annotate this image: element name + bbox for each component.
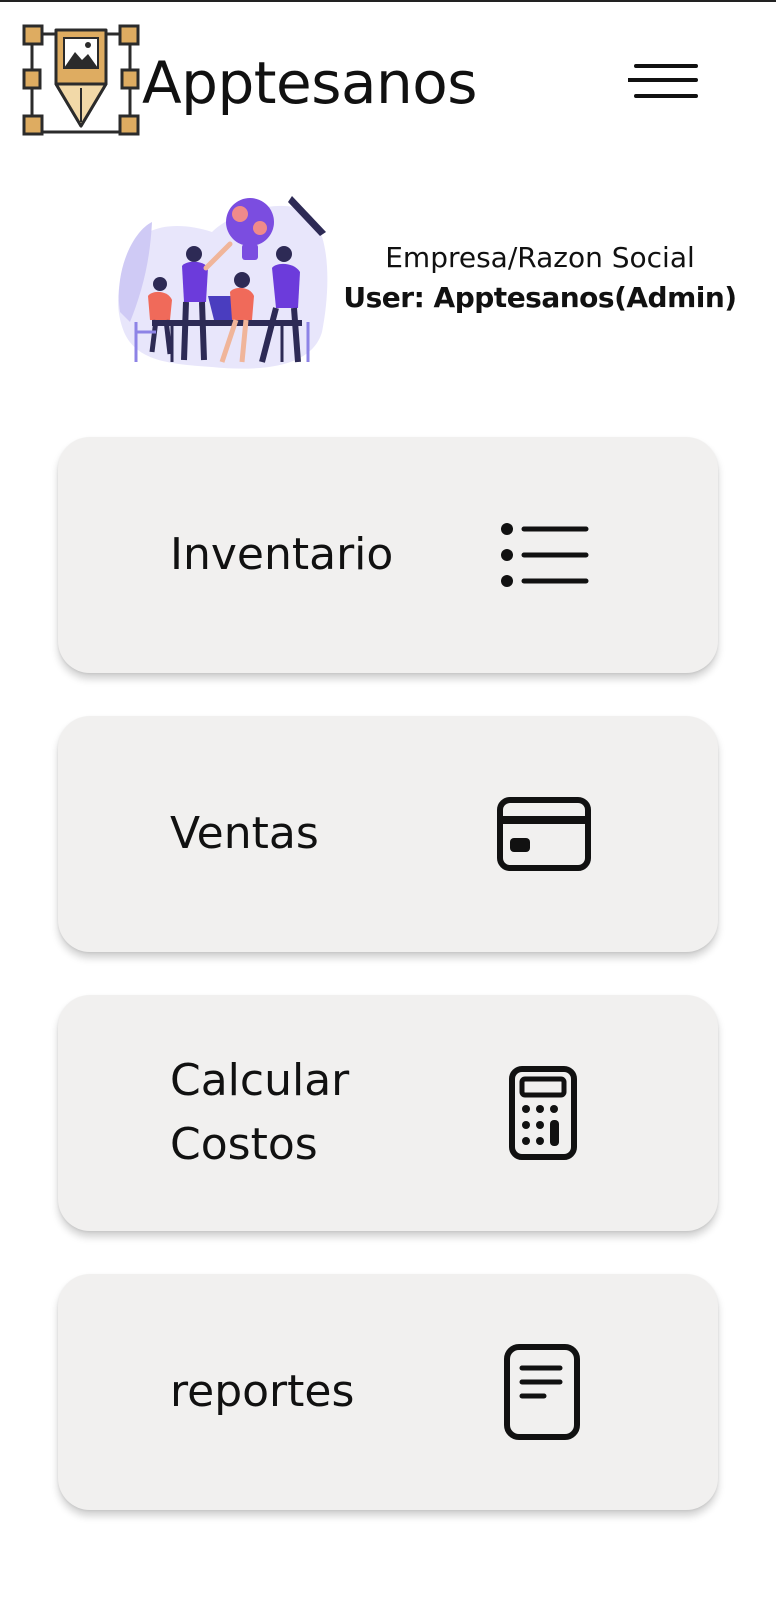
menu-card-label: Inventario	[170, 529, 394, 580]
menu-card-ventas[interactable]: Ventas	[58, 716, 718, 952]
company-name: Empresa/Razon Social	[385, 241, 695, 274]
document-icon	[502, 1274, 582, 1510]
menu-card-reportes[interactable]: reportes	[58, 1274, 718, 1510]
user-name: User: Apptesanos(Admin)	[343, 281, 737, 314]
menu-card-label: reportes	[170, 1366, 355, 1417]
menu-card-label: Ventas	[170, 808, 319, 859]
credit-card-icon	[496, 716, 592, 952]
menu-card-calcular-costos[interactable]: Calcular Costos	[58, 995, 718, 1231]
menu-card-label: Calcular Costos	[170, 1055, 350, 1170]
app-header: Apptesanos	[0, 0, 776, 150]
team-brainstorm-illustration	[112, 192, 334, 370]
hamburger-menu-icon[interactable]	[626, 58, 712, 108]
list-icon	[498, 437, 590, 673]
profile-info: Empresa/Razon Social User: Apptesanos(Ad…	[340, 238, 740, 318]
profile-section: Empresa/Razon Social User: Apptesanos(Ad…	[0, 180, 776, 380]
calculator-icon	[508, 995, 578, 1231]
pencil-frame-logo-icon	[22, 22, 142, 142]
app-title: Apptesanos	[142, 49, 477, 117]
menu-card-inventario[interactable]: Inventario	[58, 437, 718, 673]
